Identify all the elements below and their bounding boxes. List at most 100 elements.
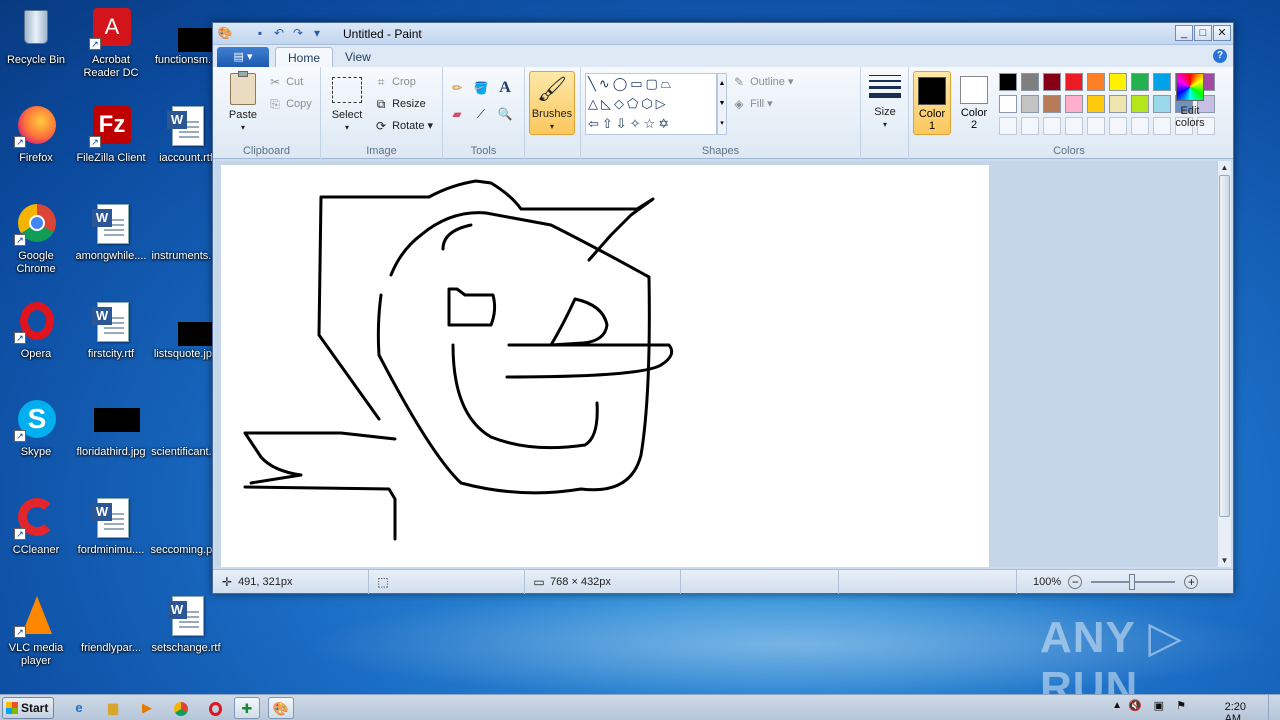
anyrun-taskbar-icon[interactable]: ✚ <box>234 697 260 719</box>
stroke-arm <box>243 485 397 541</box>
minimize-button[interactable]: _ <box>1175 25 1193 41</box>
fill-button[interactable]: ◈ Fill ▾ <box>731 95 772 113</box>
desktop-icon-firefox[interactable]: ↗ Firefox <box>0 104 74 165</box>
opera-taskbar-icon[interactable] <box>202 697 228 719</box>
desktop-icon-vlc[interactable]: ↗ VLC media player <box>0 594 74 668</box>
color-swatch[interactable] <box>1109 95 1127 113</box>
color-swatch[interactable] <box>1131 95 1149 113</box>
color-swatch[interactable] <box>1065 73 1083 91</box>
network-icon[interactable]: ▣ <box>1154 699 1164 712</box>
select-button[interactable]: Select ▾ <box>327 73 367 133</box>
color-swatch[interactable] <box>1065 95 1083 113</box>
drawing-canvas[interactable] <box>221 165 989 567</box>
custom-color-slot[interactable] <box>1065 117 1083 135</box>
paint-app-icon[interactable]: 🎨 <box>217 25 233 41</box>
custom-color-slot[interactable] <box>1087 117 1105 135</box>
custom-color-slot[interactable] <box>1021 117 1039 135</box>
color1-button[interactable]: Color 1 <box>913 71 951 135</box>
crop-button[interactable]: ⌗ Crop <box>373 73 416 91</box>
maximize-button[interactable]: □ <box>1194 25 1212 41</box>
scroll-thumb[interactable] <box>1219 175 1230 517</box>
text-tool[interactable]: A <box>497 79 513 97</box>
undo-icon[interactable]: ↶ <box>271 25 287 41</box>
custom-color-slot[interactable] <box>1131 117 1149 135</box>
resize-button[interactable]: ⧉ Resize <box>373 95 426 113</box>
color-swatch[interactable] <box>1109 73 1127 91</box>
save-icon[interactable]: ▪ <box>252 25 268 41</box>
desktop-icon-acrobat[interactable]: A ↗ Acrobat Reader DC <box>73 6 149 80</box>
brushes-button[interactable]: 🖌 Brushes ▾ <box>529 71 575 135</box>
close-button[interactable]: ✕ <box>1213 25 1231 41</box>
desktop-icon-friendlypar[interactable]: friendlypar... <box>73 594 149 655</box>
desktop-icon-ccleaner[interactable]: ↗ CCleaner <box>0 496 74 557</box>
outline-button[interactable]: ✎ Outline ▾ <box>731 73 794 91</box>
desktop-icon-skype[interactable]: S ↗ Skype <box>0 398 74 459</box>
color-swatch[interactable] <box>1043 95 1061 113</box>
zoom-slider[interactable] <box>1091 574 1176 591</box>
action-center-flag-icon[interactable]: ⚑ <box>1176 699 1186 712</box>
status-empty-1 <box>681 570 839 594</box>
show-desktop-button[interactable] <box>1268 695 1280 720</box>
help-icon[interactable]: ? <box>1213 49 1227 63</box>
rotate-button[interactable]: ⟳ Rotate ▾ <box>373 117 433 135</box>
media-player-icon[interactable]: ▶ <box>134 697 160 719</box>
desktop-icon-chrome[interactable]: ↗ Google Chrome <box>0 202 74 276</box>
internet-explorer-icon[interactable]: e <box>66 697 92 719</box>
copy-button[interactable]: ⎘ Copy <box>267 95 312 113</box>
file-explorer-icon[interactable]: ▆ <box>100 697 126 719</box>
desktop-icon-filezilla[interactable]: Fz ↗ FileZilla Client <box>73 104 149 165</box>
desktop-icon-recycle-bin[interactable]: Recycle Bin <box>0 6 74 67</box>
stroke-head <box>376 211 651 495</box>
desktop-icon-setschange[interactable]: W setschange.rtf <box>148 594 224 655</box>
canvas-workspace <box>215 161 1217 567</box>
customize-qat-icon[interactable]: ▾ <box>309 25 325 41</box>
color-swatch[interactable] <box>1087 95 1105 113</box>
fill-tool[interactable]: 🪣 <box>473 79 489 97</box>
color-swatch[interactable] <box>1131 73 1149 91</box>
pencil-tool[interactable]: ✏ <box>449 79 465 97</box>
start-button[interactable]: Start <box>2 697 54 719</box>
color-swatch[interactable] <box>1087 73 1105 91</box>
clock[interactable]: 2:20 AM <box>1225 701 1246 720</box>
desktop-icon-amongwhile[interactable]: W amongwhile.... <box>73 202 149 263</box>
paint-taskbar-icon[interactable]: 🎨 <box>268 697 294 719</box>
color2-button[interactable]: Color 2 <box>955 71 993 135</box>
scroll-down-arrow[interactable]: ▼ <box>1218 554 1231 567</box>
cut-button[interactable]: ✂ Cut <box>267 73 303 91</box>
shapes-scroll[interactable]: ▲ ▼ ▾ <box>717 73 727 135</box>
color-swatch[interactable] <box>1021 73 1039 91</box>
show-hidden-icons[interactable]: ▲ <box>1112 700 1122 711</box>
tab-view[interactable]: View <box>333 47 383 67</box>
color-swatch[interactable] <box>1021 95 1039 113</box>
chrome-taskbar-icon[interactable] <box>168 697 194 719</box>
file-menu-button[interactable]: ▤ ▾ <box>217 47 269 67</box>
edit-colors-button[interactable]: Edit colors <box>1165 73 1215 129</box>
zoom-out-icon[interactable]: − <box>1068 575 1083 590</box>
custom-color-slot[interactable] <box>1109 117 1127 135</box>
color-picker-tool[interactable]: ⟋ <box>473 105 489 123</box>
zoom-in-icon[interactable]: + <box>1184 575 1199 590</box>
title-bar[interactable]: 🎨 ▪ ↶ ↷ ▾ Untitled - Paint _ □ ✕ <box>213 23 1233 45</box>
shapes-gallery[interactable]: ╲∿◯▭▢⏢ △◺◇⬠⬡▷ ⇦⇧⇩✧☆✡ <box>585 73 717 135</box>
desktop-icon-firstcity[interactable]: W firstcity.rtf <box>73 300 149 361</box>
tab-home[interactable]: Home <box>275 47 334 67</box>
color-swatch[interactable] <box>999 95 1017 113</box>
magnifier-tool[interactable]: 🔍 <box>497 105 513 123</box>
window-title: Untitled - Paint <box>343 27 422 41</box>
custom-color-slot[interactable] <box>999 117 1017 135</box>
color-swatch[interactable] <box>1043 73 1061 91</box>
zoom-slider-thumb[interactable] <box>1129 574 1136 591</box>
brushes-group: 🖌 Brushes ▾ <box>525 67 581 159</box>
scroll-up-arrow[interactable]: ▲ <box>1218 161 1231 174</box>
size-button[interactable]: Size ▾ <box>865 73 905 130</box>
color-swatch[interactable] <box>999 73 1017 91</box>
desktop-icon-opera[interactable]: ↗ Opera <box>0 300 74 361</box>
eraser-tool[interactable]: ▰ <box>449 105 465 123</box>
speaker-icon[interactable]: 🔇 <box>1128 699 1142 712</box>
vertical-scrollbar[interactable]: ▲ ▼ <box>1217 161 1231 567</box>
paste-button[interactable]: Paste ▾ <box>221 71 265 133</box>
redo-icon[interactable]: ↷ <box>290 25 306 41</box>
custom-color-slot[interactable] <box>1043 117 1061 135</box>
desktop-icon-fordminimu[interactable]: W fordminimu.... <box>73 496 149 557</box>
desktop-icon-floridathird[interactable]: floridathird.jpg <box>73 398 149 459</box>
